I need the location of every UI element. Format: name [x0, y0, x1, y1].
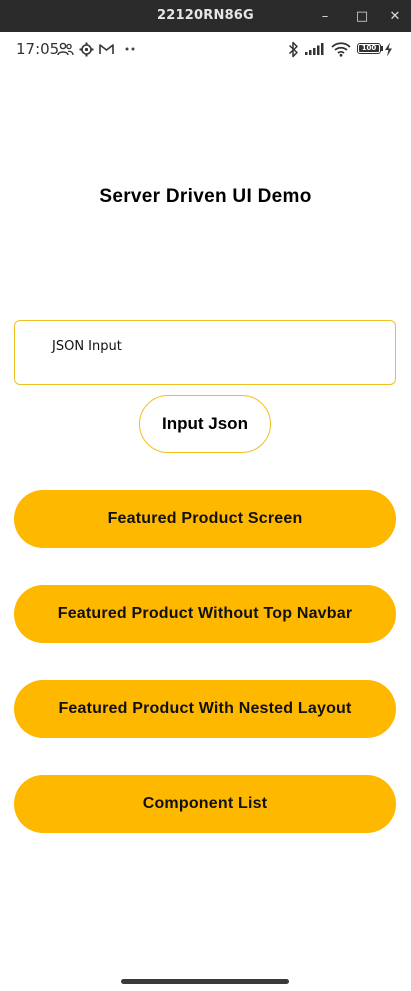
minimize-icon[interactable]: – [310, 0, 340, 32]
bluetooth-icon [288, 40, 299, 58]
gmail-icon [99, 40, 114, 58]
people-icon [57, 40, 74, 58]
gear-icon [79, 40, 94, 58]
signal-icon [304, 40, 326, 58]
json-input-label: JSON Input [52, 339, 122, 354]
charging-icon [384, 40, 393, 58]
component-list-button[interactable]: Component List [14, 775, 396, 833]
battery-percent-label: 100 [361, 44, 377, 52]
featured-product-nested-layout-button[interactable]: Featured Product With Nested Layout [14, 680, 396, 738]
window-title-bar: 22120RN86G – □ ✕ [0, 0, 411, 32]
maximize-icon[interactable]: □ [347, 0, 377, 32]
json-input-field[interactable]: JSON Input [14, 320, 396, 385]
input-json-button[interactable]: Input Json [139, 395, 271, 453]
status-time: 17:05 [16, 40, 60, 58]
close-icon[interactable]: ✕ [380, 0, 410, 32]
home-indicator[interactable] [121, 979, 289, 984]
featured-product-without-navbar-button[interactable]: Featured Product Without Top Navbar [14, 585, 396, 643]
more-dots-icon [124, 40, 136, 58]
wifi-icon [331, 40, 351, 58]
battery-icon: 100 [357, 43, 381, 54]
battery-tip [381, 46, 383, 51]
featured-product-screen-button[interactable]: Featured Product Screen [14, 490, 396, 548]
page-title: Server Driven UI Demo [99, 186, 312, 207]
status-bar: 17:05 [0, 36, 411, 64]
